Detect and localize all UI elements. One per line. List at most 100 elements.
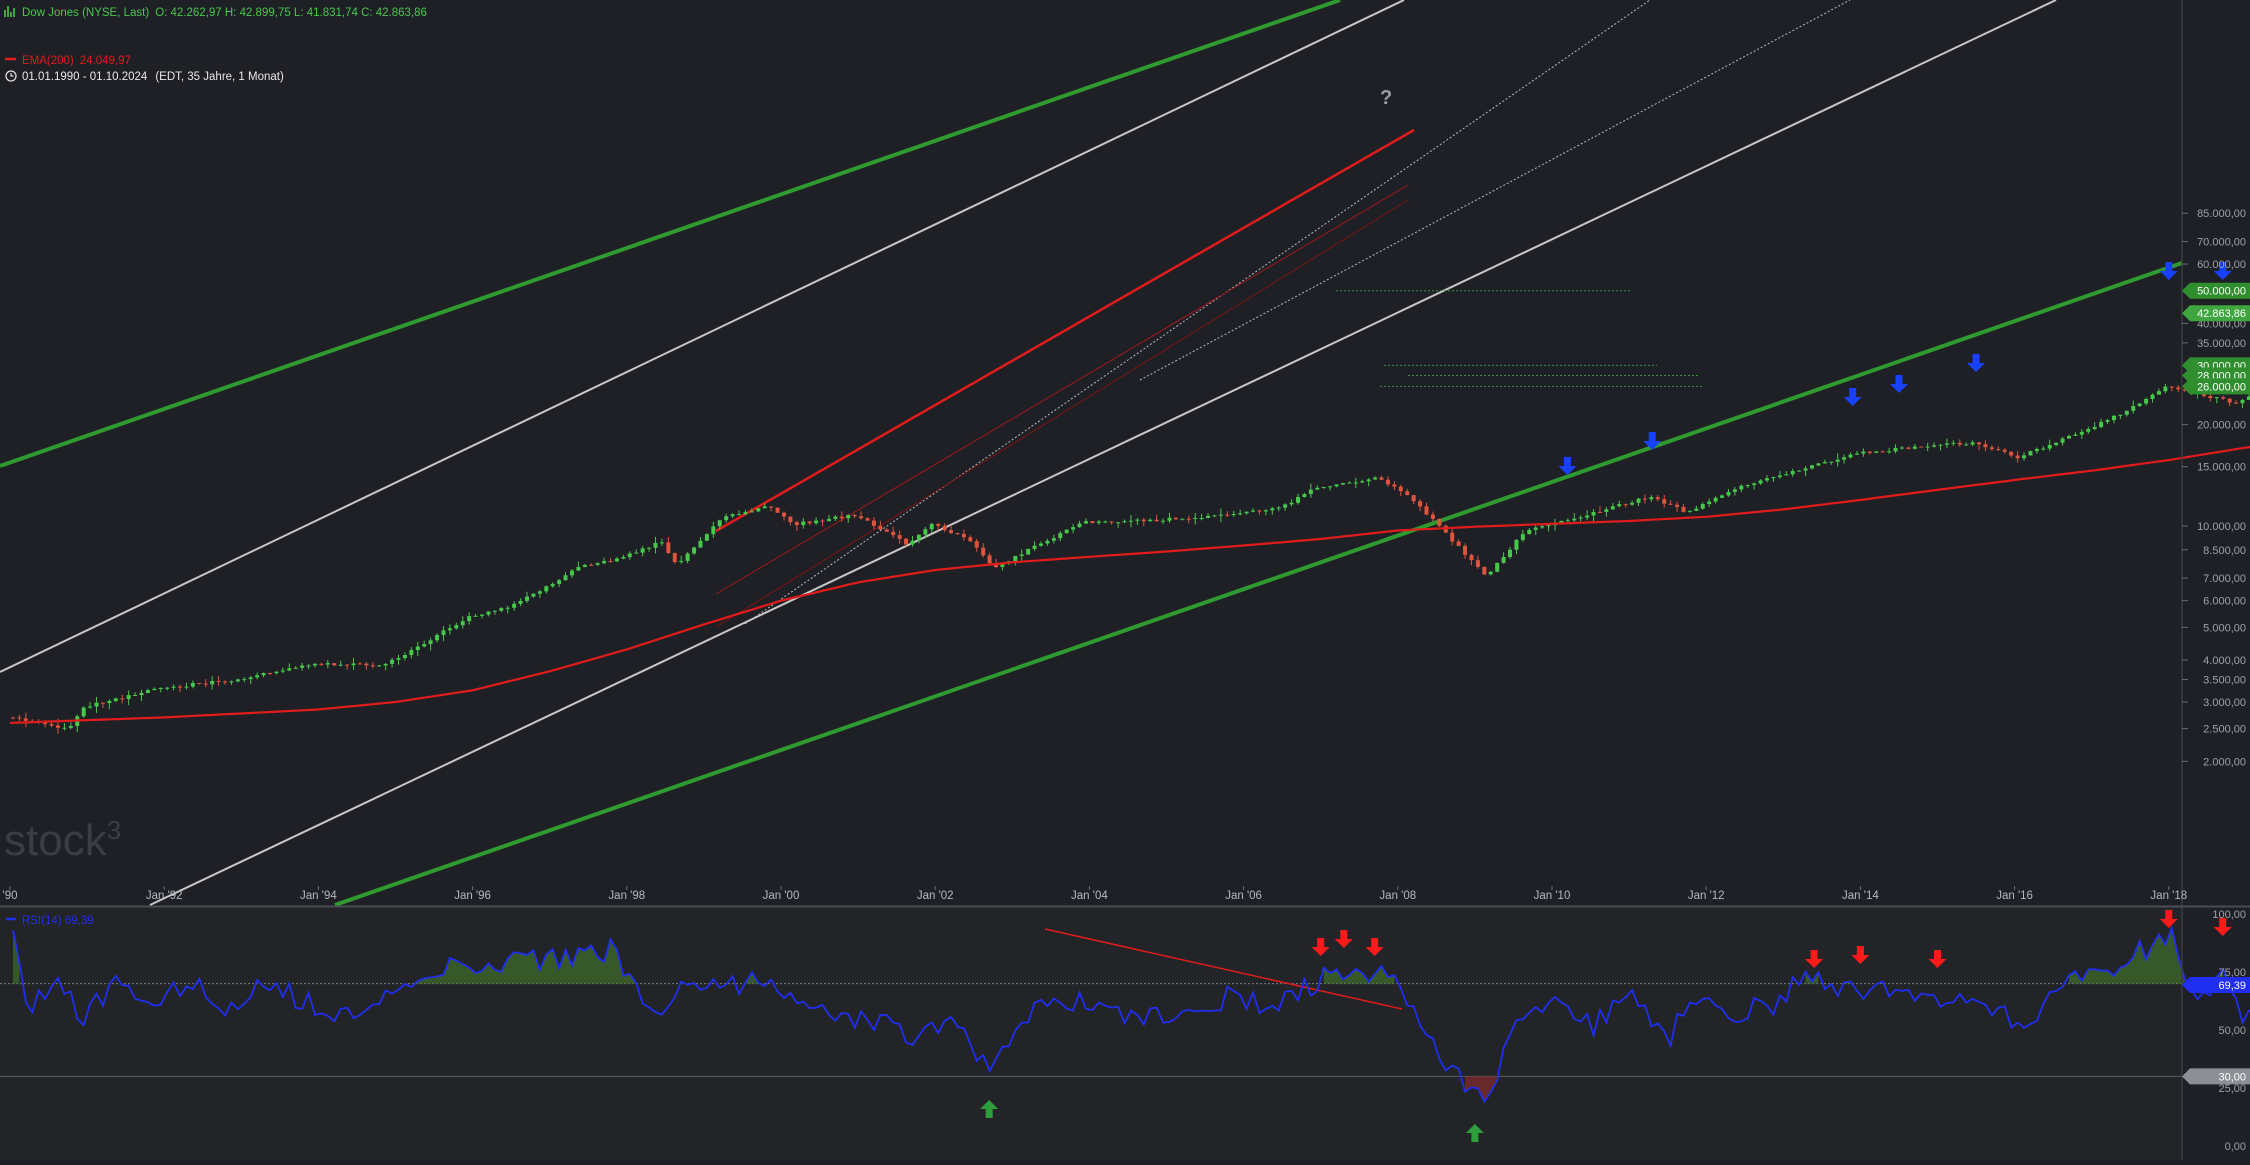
price-candle-body — [1823, 462, 1827, 463]
price-candle-body — [1283, 504, 1287, 507]
price-candle-body — [1418, 501, 1422, 506]
price-candle-body — [1469, 555, 1473, 560]
price-axis-label: 7.000,00 — [2203, 573, 2246, 585]
price-candle-body — [795, 522, 799, 525]
price-candle-body — [506, 608, 510, 609]
price-candle-body — [1232, 514, 1236, 515]
price-candle-body — [2221, 397, 2225, 399]
rsi-panel-background — [0, 907, 2182, 1160]
price-candle-body — [2176, 387, 2180, 389]
price-candle-body — [2016, 456, 2020, 459]
price-candle-body — [461, 621, 465, 625]
price-candle-body — [1804, 468, 1808, 470]
price-candle-body — [62, 728, 66, 729]
price-candle-body — [654, 543, 658, 548]
price-candle-body — [525, 597, 529, 601]
price-candle-body — [1071, 527, 1075, 529]
time-axis-label: Jan '02 — [917, 890, 954, 902]
price-candle-body — [615, 559, 619, 562]
price-candle-body — [486, 612, 490, 615]
price-candle-body — [2144, 399, 2148, 404]
price-candle-body — [1392, 484, 1396, 486]
price-candle-body — [152, 689, 156, 690]
price-axis-label: 85.000,00 — [2197, 208, 2246, 220]
price-candle-body — [634, 553, 638, 554]
price-candle-body — [602, 561, 606, 563]
price-candle-body — [1354, 482, 1358, 483]
price-candle-body — [1412, 495, 1416, 501]
price-candle-body — [1045, 541, 1049, 544]
price-candle-body — [2234, 403, 2238, 404]
price-candle-body — [1669, 504, 1673, 505]
price-candle-body — [885, 529, 889, 531]
price-candle-body — [2022, 455, 2026, 458]
instrument-title: Dow Jones (NYSE, Last)O: 42.262,97 H: 42… — [22, 7, 427, 19]
watermark: stock3 — [4, 815, 121, 865]
price-candle-body — [1155, 520, 1159, 521]
price-candle-body — [441, 630, 445, 635]
price-candle-body — [538, 591, 542, 593]
price-candle-body — [1688, 511, 1692, 512]
price-candle-body — [596, 563, 600, 565]
time-axis-label: Jan '10 — [1534, 890, 1571, 902]
price-candle-body — [416, 646, 420, 650]
price-candle-body — [358, 663, 362, 664]
price-candle-body — [686, 554, 690, 561]
price-candle-body — [1701, 504, 1705, 509]
price-candle-body — [1328, 486, 1332, 487]
price-candle-body — [1566, 520, 1570, 521]
price-candle-body — [1919, 447, 1923, 448]
price-candle-body — [1630, 503, 1634, 505]
price-candle-body — [1450, 533, 1454, 542]
price-candle-body — [1489, 572, 1493, 575]
price-candle-body — [1322, 487, 1326, 488]
price-candle-body — [1200, 518, 1204, 519]
price-candle-body — [641, 548, 645, 552]
price-candle-body — [891, 532, 895, 535]
price-candle-body — [1341, 483, 1345, 484]
price-candle-body — [1290, 503, 1294, 505]
price-tag-label: 26.000,00 — [2197, 381, 2246, 393]
price-candle-body — [1026, 549, 1030, 554]
price-candle-body — [493, 611, 497, 612]
price-candle-body — [698, 541, 702, 548]
price-candle-body — [1110, 521, 1114, 522]
price-candle-body — [1791, 471, 1795, 474]
price-candle-body — [1039, 544, 1043, 546]
price-candle-body — [1206, 516, 1210, 518]
price-candle-body — [788, 517, 792, 523]
price-candle-body — [1585, 516, 1589, 518]
time-axis-label: Jan '96 — [454, 890, 491, 902]
price-candle-body — [1900, 448, 1904, 449]
price-candle-body — [1482, 567, 1486, 574]
price-candle-body — [782, 513, 786, 517]
price-candle-body — [731, 514, 735, 516]
time-axis-label: Jan '06 — [1225, 890, 1262, 902]
price-candle-body — [1977, 442, 1981, 444]
price-candle-body — [564, 575, 568, 580]
price-candle-body — [332, 663, 336, 665]
price-candle-body — [1836, 460, 1840, 462]
time-axis-label: Jan '18 — [2150, 890, 2187, 902]
price-candle-body — [262, 673, 266, 675]
price-candle-body — [352, 663, 356, 665]
price-candle-body — [1990, 447, 1994, 449]
dow-jones-chart[interactable]: stock3 ? 2.000,002.500,003.000,003.500,0… — [0, 0, 2250, 1160]
price-candle-body — [2208, 396, 2212, 398]
price-candle-body — [576, 567, 580, 571]
price-candle-body — [1296, 497, 1300, 503]
price-candle-body — [2028, 451, 2032, 455]
price-candle-body — [743, 512, 747, 514]
price-candle-body — [2240, 400, 2244, 403]
price-candle-body — [1090, 521, 1094, 523]
price-candle-body — [120, 698, 124, 699]
price-candle-body — [621, 557, 625, 559]
price-candle-body — [364, 664, 368, 666]
price-candle-body — [1579, 518, 1583, 519]
price-axis-label: 3.000,00 — [2203, 697, 2246, 709]
price-candle-body — [711, 526, 715, 534]
price-axis-label: 10.000,00 — [2197, 521, 2246, 533]
price-candle-body — [1643, 499, 1647, 500]
price-candle-body — [56, 725, 60, 727]
rsi-30-label: 30,00 — [2218, 1071, 2246, 1083]
